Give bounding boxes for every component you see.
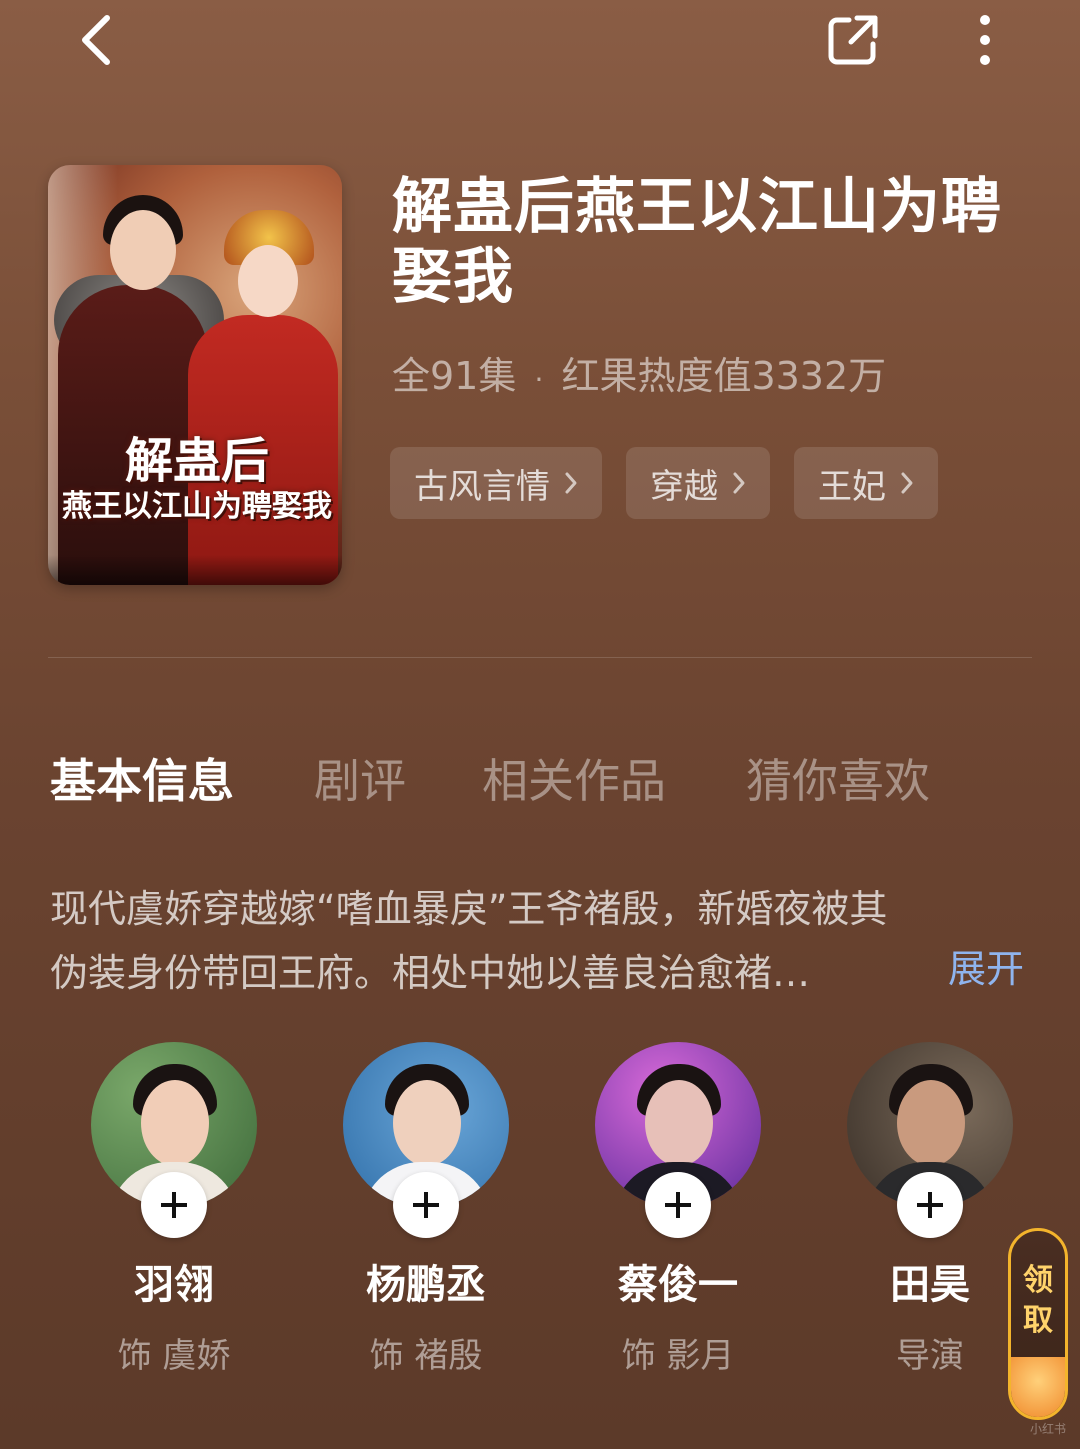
cast-name: 杨鹏丞 xyxy=(366,1262,486,1308)
drama-title-line1: 解蛊后燕王以江山为聘 xyxy=(392,172,1002,242)
poster-title-line2: 燕王以江山为聘娶我 xyxy=(62,489,332,524)
heat-value: 红果热度值3332万 xyxy=(561,354,887,398)
drama-meta: 全91集 · 红果热度值3332万 xyxy=(392,345,886,400)
poster-figure-man-face xyxy=(110,210,176,290)
plus-icon xyxy=(917,1192,943,1218)
reward-label: 领 取 xyxy=(1011,1261,1065,1341)
tag-label: 王妃 xyxy=(818,466,886,507)
cast-member[interactable]: 田昊 导演 xyxy=(830,1042,1030,1377)
expand-synopsis-link[interactable]: 展开 xyxy=(948,937,1024,1001)
drama-title-line2: 娶我 xyxy=(392,242,514,312)
cast-role: 导演 xyxy=(896,1336,964,1376)
tag-label: 古风言情 xyxy=(414,466,550,507)
poster-bottom-strip xyxy=(48,555,342,585)
tab-reviews[interactable]: 剧评 xyxy=(314,745,406,811)
chevron-right-icon xyxy=(733,472,745,494)
cast-member[interactable]: 蔡俊一 饰 影月 xyxy=(578,1042,778,1377)
tag-label: 穿越 xyxy=(650,466,718,507)
meta-separator: · xyxy=(534,363,544,396)
chevron-right-icon xyxy=(565,472,577,494)
tab-basic-info[interactable]: 基本信息 xyxy=(50,745,234,811)
cast-role: 饰 褚殷 xyxy=(369,1336,483,1376)
follow-button[interactable] xyxy=(645,1172,711,1238)
poster-title: 解蛊后 燕王以江山为聘娶我 xyxy=(52,433,342,525)
synopsis-line1: 现代虞娇穿越嫁“嗜血暴戾”王爷褚殷，新婚夜被其 xyxy=(50,887,888,931)
cast-name: 羽翎 xyxy=(134,1262,214,1308)
reward-label-line1: 领 xyxy=(1023,1263,1053,1298)
tab-related-works[interactable]: 相关作品 xyxy=(482,745,666,811)
cast-member[interactable]: 杨鹏丞 饰 褚殷 xyxy=(326,1042,526,1377)
more-vertical-icon xyxy=(980,15,990,65)
follow-button[interactable] xyxy=(897,1172,963,1238)
back-button[interactable] xyxy=(62,8,132,72)
watermark: 小红书 xyxy=(1030,1422,1067,1436)
reward-label-line2: 取 xyxy=(1023,1303,1053,1338)
section-divider xyxy=(48,657,1032,658)
follow-button[interactable] xyxy=(393,1172,459,1238)
treasure-pot-icon xyxy=(1011,1357,1065,1417)
plus-icon xyxy=(413,1192,439,1218)
avatar-face xyxy=(897,1080,965,1166)
cast-role: 饰 虞娇 xyxy=(117,1336,231,1376)
tag-wangfei[interactable]: 王妃 xyxy=(794,447,938,519)
chevron-right-icon xyxy=(901,472,913,494)
avatar-face xyxy=(393,1080,461,1166)
drama-poster[interactable]: 解蛊后 燕王以江山为聘娶我 xyxy=(48,165,342,585)
claim-reward-button[interactable]: 领 取 xyxy=(1008,1228,1068,1420)
poster-title-line1: 解蛊后 xyxy=(124,433,269,489)
drama-title: 解蛊后燕王以江山为聘 娶我 xyxy=(392,172,1012,312)
chevron-left-icon xyxy=(82,15,110,65)
synopsis: 现代虞娇穿越嫁“嗜血暴戾”王爷褚殷，新婚夜被其 伪装身份带回王府。相处中她以善良… xyxy=(50,877,1030,1005)
cast-name: 蔡俊一 xyxy=(618,1262,738,1308)
cast-role: 饰 影月 xyxy=(621,1336,735,1376)
tag-gufeng-yanqing[interactable]: 古风言情 xyxy=(390,447,602,519)
episode-count: 全91集 xyxy=(392,354,517,398)
avatar-face xyxy=(141,1080,209,1166)
avatar-face xyxy=(645,1080,713,1166)
plus-icon xyxy=(161,1192,187,1218)
tag-chuanyue[interactable]: 穿越 xyxy=(626,447,770,519)
tab-recommendations[interactable]: 猜你喜欢 xyxy=(746,745,930,811)
genre-tags: 古风言情 穿越 王妃 xyxy=(390,447,938,519)
share-external-icon xyxy=(828,15,878,65)
plus-icon xyxy=(665,1192,691,1218)
share-button[interactable] xyxy=(818,8,888,72)
cast-member[interactable]: 羽翎 饰 虞娇 xyxy=(74,1042,274,1377)
poster-figure-woman-face xyxy=(238,245,298,317)
synopsis-line2: 伪装身份带回王府。相处中她以善良治愈褚… xyxy=(50,951,811,995)
cast-name: 田昊 xyxy=(890,1262,970,1308)
follow-button[interactable] xyxy=(141,1172,207,1238)
more-button[interactable] xyxy=(955,8,1015,72)
